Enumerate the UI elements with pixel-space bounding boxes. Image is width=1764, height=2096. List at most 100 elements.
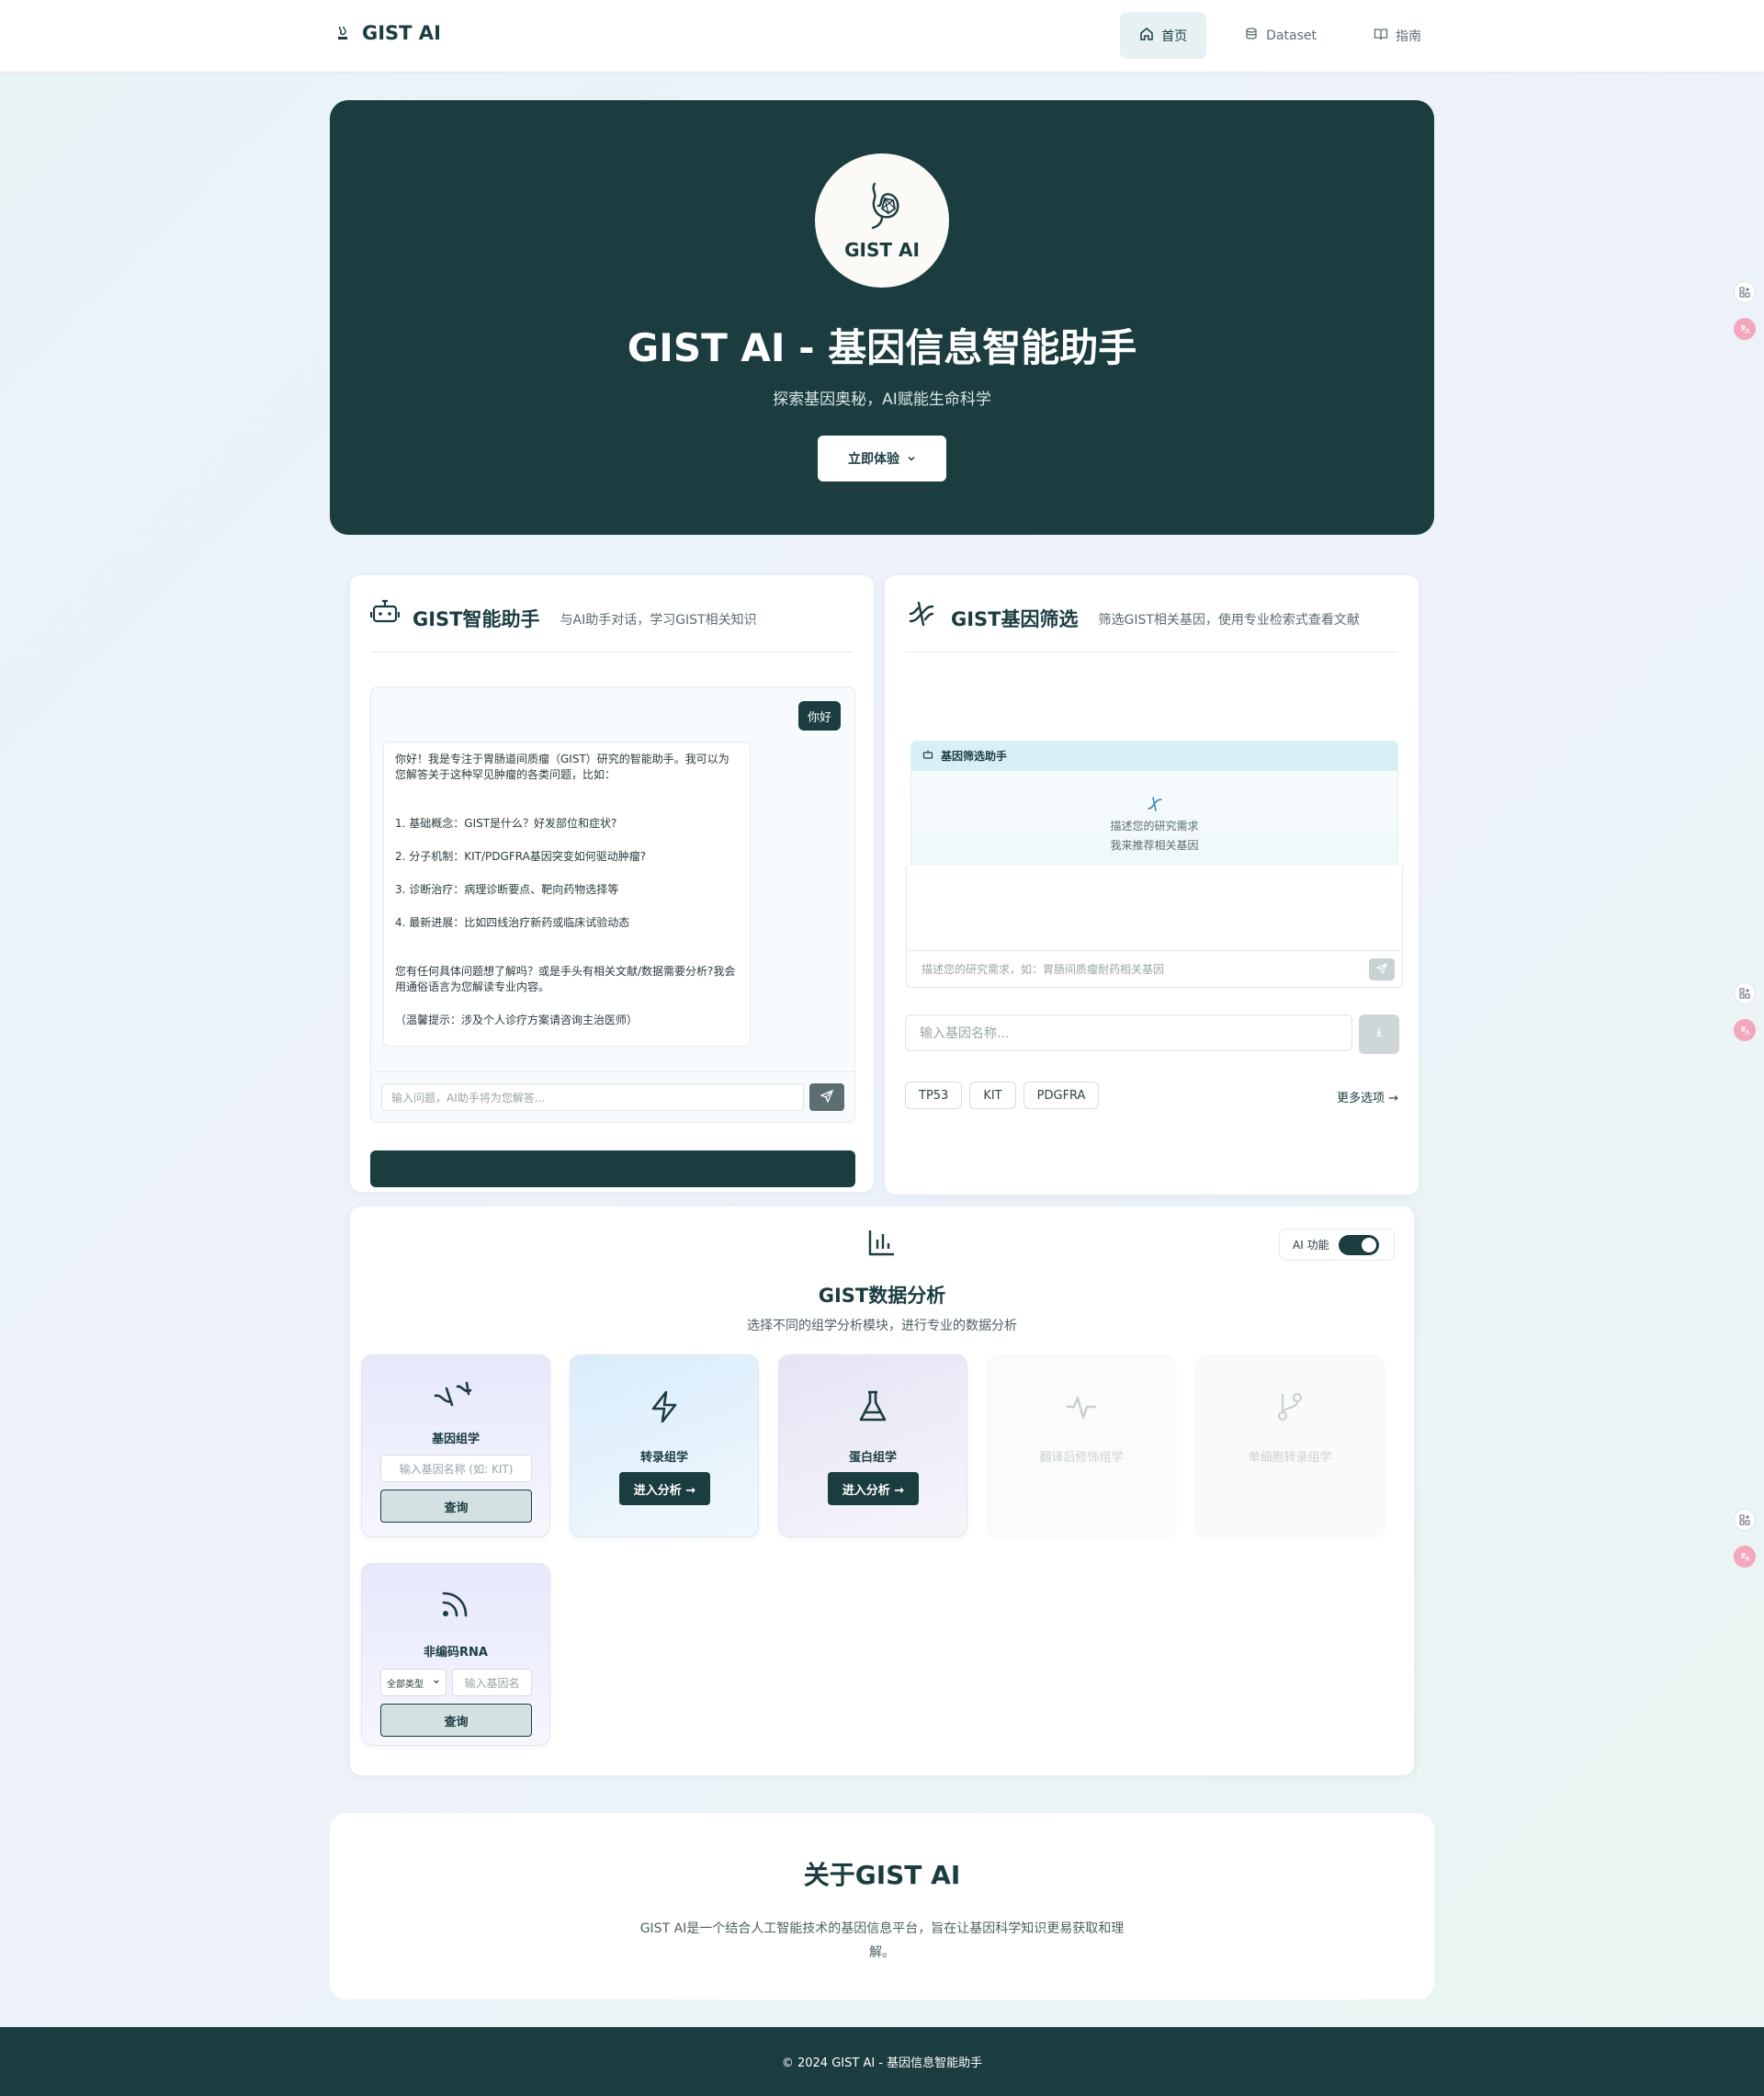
ncrna-query-button[interactable]: 查询 bbox=[380, 1704, 532, 1737]
card-proteomics-label: 蛋白组学 bbox=[848, 1451, 897, 1465]
main-nav: 首页 Dataset 指南 bbox=[1120, 12, 1441, 59]
chat-send-button[interactable] bbox=[809, 1083, 844, 1111]
database-icon bbox=[1244, 27, 1259, 45]
card-proteomics[interactable]: 蛋白组学 进入分析 → bbox=[778, 1354, 967, 1537]
gene-assistant-placeholder: 描述您的研究需求，如：胃肠间质瘤耐药相关基因 bbox=[922, 963, 1165, 976]
ai-line: 你好！我是专注于胃肠道间质瘤（GIST）研究的智能助手。我可以为您解答关于这种罕… bbox=[395, 753, 729, 781]
search-gene-icon bbox=[1373, 1025, 1385, 1043]
analysis-title: GIST数据分析 bbox=[818, 1285, 946, 1307]
assistant-action-button[interactable] bbox=[370, 1150, 855, 1187]
gene-search-button[interactable] bbox=[1359, 1014, 1399, 1054]
user-message: 你好 bbox=[797, 701, 841, 731]
brand-name: GIST AI bbox=[362, 22, 441, 44]
card-singlecell-label: 单细胞转录组学 bbox=[1248, 1451, 1332, 1465]
apps-icon[interactable] bbox=[1734, 1509, 1756, 1531]
genomics-query-button[interactable]: 查询 bbox=[380, 1490, 532, 1523]
flask-icon bbox=[779, 1388, 967, 1425]
assistant-panel: GIST智能助手 与AI助手对话，学习GIST相关知识 你好 你好！我是专注于胃… bbox=[350, 575, 874, 1192]
git-branch-icon bbox=[1196, 1388, 1384, 1425]
nav-home[interactable]: 首页 bbox=[1120, 12, 1207, 59]
try-now-button[interactable]: 立即体验 bbox=[818, 436, 946, 482]
genomics-gene-input[interactable]: 输入基因名称 (如: KIT) bbox=[380, 1455, 532, 1482]
gene-tags: TP53 KIT PDGFRA bbox=[905, 1082, 1100, 1109]
translate-icon[interactable] bbox=[1734, 1546, 1756, 1568]
bar-chart-icon bbox=[866, 1227, 898, 1262]
hero-logo-text: GIST AI bbox=[844, 239, 920, 261]
robot-icon bbox=[922, 749, 933, 763]
chat-input[interactable]: 输入问题，AI助手将为您解答... bbox=[381, 1083, 804, 1111]
gene-tag[interactable]: PDGFRA bbox=[1023, 1082, 1100, 1109]
translate-icon[interactable] bbox=[1734, 318, 1756, 340]
dna-icon bbox=[362, 1377, 549, 1411]
ncrna-type-select[interactable]: 全部类型 bbox=[380, 1669, 447, 1696]
nav-dataset[interactable]: Dataset bbox=[1225, 12, 1336, 59]
card-ptm-label: 翻译后修饰组学 bbox=[1039, 1451, 1124, 1465]
gene-search-input[interactable]: 输入基因名称... bbox=[905, 1014, 1352, 1051]
nav-guide[interactable]: 指南 bbox=[1354, 12, 1441, 59]
chat-area[interactable]: 你好 你好！我是专注于胃肠道间质瘤（GIST）研究的智能助手。我可以为您解答关于… bbox=[370, 686, 855, 1123]
translate-icon[interactable] bbox=[1734, 1019, 1756, 1041]
card-genomics[interactable]: 基因组学 输入基因名称 (如: KIT) 查询 bbox=[361, 1354, 550, 1537]
gene-tag[interactable]: KIT bbox=[969, 1082, 1016, 1109]
ai-line: 3. 诊断治疗：病理诊断要点、靶向药物选择等 bbox=[395, 883, 619, 896]
ncrna-type-value: 全部类型 bbox=[387, 1679, 424, 1690]
gene-assistant-header: 基因筛选助手 bbox=[910, 741, 1398, 771]
pulse-icon bbox=[988, 1388, 1175, 1425]
rss-icon bbox=[362, 1586, 549, 1621]
brand-logo-icon bbox=[333, 23, 353, 43]
gene-hint-2: 我来推荐相关基因 bbox=[1110, 839, 1199, 852]
gene-title: GIST基因筛选 bbox=[951, 608, 1079, 630]
gene-panel: GIST基因筛选 筛选GIST相关基因，使用专业检索式查看文献 基因筛选助手 描… bbox=[885, 575, 1419, 1195]
proteomics-enter-button[interactable]: 进入分析 → bbox=[828, 1472, 919, 1505]
gene-assistant-send-button[interactable] bbox=[1369, 958, 1395, 980]
gene-hint-1: 描述您的研究需求 bbox=[1110, 820, 1199, 833]
hero-title: GIST AI - 基因信息智能助手 bbox=[627, 325, 1137, 370]
ai-line: 您有任何具体问题想了解吗？或是手头有相关文献/数据需要分析?我会用通俗语言为您解… bbox=[395, 965, 736, 993]
ai-toggle[interactable]: AI 功能 bbox=[1279, 1229, 1395, 1261]
navbar: GIST AI 首页 Dataset 指南 bbox=[0, 0, 1764, 73]
ai-toggle-switch[interactable] bbox=[1338, 1234, 1379, 1255]
footer-text: © 2024 GIST AI - 基因信息智能助手 bbox=[781, 2056, 983, 2070]
hero-subtitle: 探索基因奥秘，AI赋能生命科学 bbox=[773, 391, 991, 409]
stomach-logo-icon bbox=[854, 180, 910, 237]
try-now-label: 立即体验 bbox=[848, 451, 899, 466]
analysis-panel: AI 功能 GIST数据分析 选择不同的组学分析模块，进行专业的数据分析 基因组… bbox=[350, 1207, 1414, 1775]
lightning-icon bbox=[571, 1388, 758, 1425]
card-transcriptomics-label: 转录组学 bbox=[639, 1451, 688, 1465]
card-ncrna-label: 非编码RNA bbox=[424, 1646, 488, 1660]
footer: © 2024 GIST AI - 基因信息智能助手 bbox=[0, 2027, 1764, 2096]
card-genomics-label: 基因组学 bbox=[431, 1433, 480, 1446]
assistant-desc: 与AI助手对话，学习GIST相关知识 bbox=[560, 613, 757, 628]
gene-assistant-input[interactable]: 描述您的研究需求，如：胃肠间质瘤耐药相关基因 bbox=[907, 950, 1402, 987]
gene-header: GIST基因筛选 筛选GIST相关基因，使用专业检索式查看文献 bbox=[905, 597, 1398, 652]
gene-desc: 筛选GIST相关基因，使用专业检索式查看文献 bbox=[1098, 613, 1360, 628]
nav-guide-label: 指南 bbox=[1396, 28, 1421, 44]
ncrna-gene-input[interactable]: 输入基因名 bbox=[452, 1669, 532, 1696]
chevron-down-icon bbox=[907, 451, 916, 466]
more-options-link[interactable]: 更多选项 → bbox=[1337, 1088, 1398, 1105]
nav-home-label: 首页 bbox=[1161, 28, 1188, 44]
ai-line: （温馨提示：涉及个人诊疗方案请咨询主治医师） bbox=[395, 1014, 639, 1026]
apps-icon[interactable] bbox=[1734, 982, 1756, 1004]
ai-message: 你好！我是专注于胃肠道间质瘤（GIST）研究的智能助手。我可以为您解答关于这种罕… bbox=[383, 742, 751, 1047]
ai-toggle-label: AI 功能 bbox=[1293, 1239, 1329, 1252]
gene-assistant-title: 基因筛选助手 bbox=[941, 750, 1008, 763]
send-icon bbox=[820, 1089, 834, 1106]
card-ncrna[interactable]: 非编码RNA 全部类型 输入基因名 查询 bbox=[361, 1563, 550, 1746]
card-transcriptomics[interactable]: 转录组学 进入分析 → bbox=[570, 1354, 759, 1537]
card-ptm: 翻译后修饰组学 bbox=[987, 1354, 1176, 1537]
analysis-subtitle: 选择不同的组学分析模块，进行专业的数据分析 bbox=[747, 1319, 1017, 1333]
gene-assistant-input-wrap: 描述您的研究需求，如：胃肠间质瘤耐药相关基因 bbox=[906, 866, 1403, 988]
about-section: 关于GIST AI GIST AI是一个结合人工智能技术的基因信息平台，旨在让基… bbox=[330, 1813, 1434, 2000]
ai-line: 2. 分子机制：KIT/PDGFRA基因突变如何驱动肿瘤? bbox=[395, 850, 647, 863]
dna-icon bbox=[905, 597, 938, 634]
chevron-down-icon bbox=[433, 1678, 440, 1688]
home-icon bbox=[1139, 27, 1154, 45]
gene-tag[interactable]: TP53 bbox=[905, 1082, 963, 1109]
transcriptomics-enter-button[interactable]: 进入分析 → bbox=[619, 1472, 710, 1505]
toggle-knob bbox=[1361, 1237, 1376, 1252]
apps-icon[interactable] bbox=[1734, 281, 1756, 303]
dna-small-icon bbox=[911, 771, 1397, 817]
brand[interactable]: GIST AI bbox=[333, 22, 441, 44]
send-icon bbox=[1375, 962, 1388, 977]
